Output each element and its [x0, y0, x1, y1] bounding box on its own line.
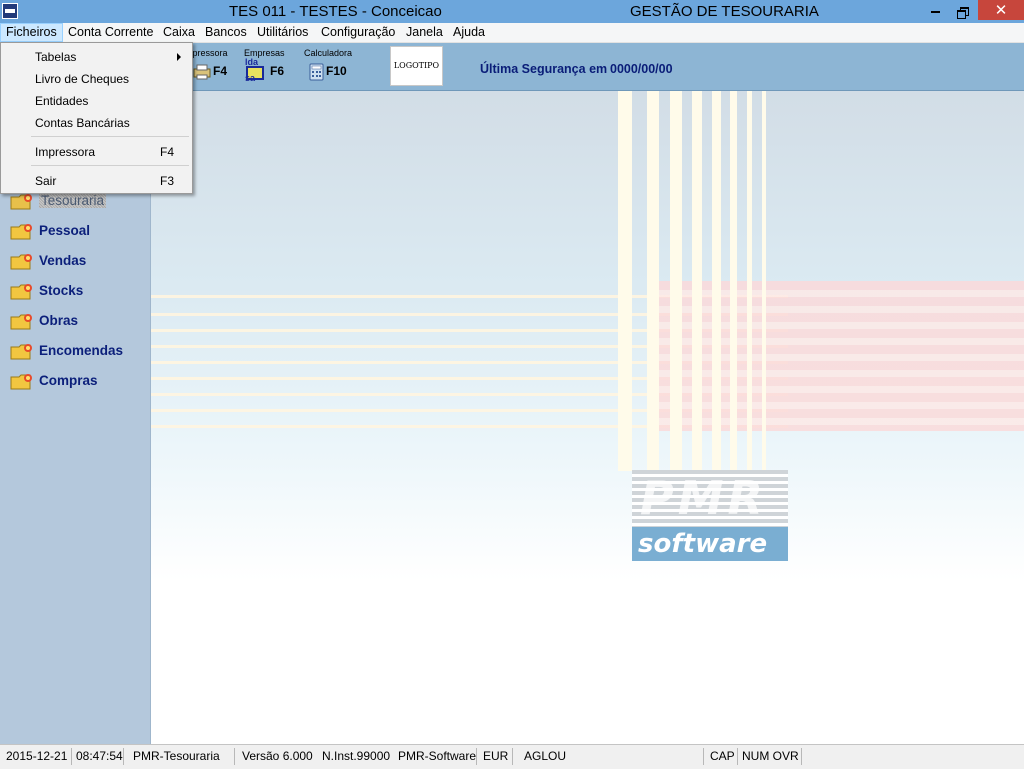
folder-icon [10, 194, 32, 210]
folder-icon [10, 224, 32, 240]
sidebar-item-label: Tesouraria [39, 193, 107, 208]
submenu-arrow-icon [177, 53, 181, 61]
printer-shortcut: F4 [213, 64, 228, 78]
sidebar-item-encomendas[interactable]: Encomendas [10, 339, 150, 365]
menu-configuracao[interactable]: Configuração [316, 23, 400, 42]
folder-icon [10, 254, 32, 270]
menu-bar: Ficheiros Conta Corrente Caixa Bancos Ut… [0, 23, 1024, 43]
software-text: software [638, 529, 768, 559]
status-user: AGLOU [520, 748, 704, 765]
sidebar-item-label: Compras [39, 373, 98, 388]
companies-shortcut: F6 [270, 64, 285, 78]
background-pink-block [648, 281, 1024, 431]
menu-item-contas-bancarias[interactable]: Contas Bancárias [2, 112, 191, 134]
ficheiros-dropdown-menu: Tabelas Livro de Cheques Entidades Conta… [0, 42, 193, 194]
sidebar-item-stocks[interactable]: Stocks [10, 279, 150, 305]
folder-icon [10, 344, 32, 360]
status-installation: N.Inst.99000 [322, 749, 391, 763]
status-bar: 2015-12-21 08:47:54 PMR-Tesouraria Versã… [0, 744, 1024, 769]
folder-icon [10, 284, 32, 300]
menu-item-label: Contas Bancárias [35, 116, 130, 130]
menu-ficheiros[interactable]: Ficheiros [0, 23, 63, 42]
minimize-button[interactable] [918, 0, 952, 22]
menu-separator [31, 136, 189, 137]
last-backup-label: Última Segurança em [480, 62, 608, 76]
menu-janela[interactable]: Janela [401, 23, 448, 42]
background-stripe [712, 91, 721, 471]
background-stripe [618, 91, 632, 471]
status-company: PMR-Software [394, 748, 477, 765]
status-date: 2015-12-21 [2, 748, 72, 765]
background-stripe [747, 91, 752, 471]
menu-item-label: Tabelas [35, 50, 77, 64]
folder-icon [10, 374, 32, 390]
menu-item-label: Livro de Cheques [35, 72, 130, 86]
calculator-caption: Calculadora [304, 48, 353, 58]
restore-icon-back [957, 10, 966, 19]
window-title: TES 011 - TESTES - Conceicao [229, 3, 442, 20]
background-stripe [730, 91, 737, 471]
background-stripe [692, 91, 702, 471]
sidebar-item-label: Encomendas [39, 343, 124, 358]
menu-separator [31, 165, 189, 166]
menu-caixa[interactable]: Caixa [158, 23, 200, 42]
menu-item-impressora[interactable]: Impressora F4 [2, 141, 191, 163]
logo-placeholder: LOGOTIPO [390, 46, 443, 86]
calculator-button[interactable]: Calculadora F10 [304, 47, 364, 85]
workspace-background: PMR software [151, 91, 1024, 744]
menu-item-label: Sair [35, 174, 57, 188]
app-title: GESTÃO DE TESOURARIA [630, 3, 819, 20]
background-stripe [670, 91, 682, 471]
menu-utilitarios[interactable]: Utilitários [252, 23, 313, 42]
close-button[interactable]: ✕ [978, 0, 1024, 20]
menu-item-label: Impressora [35, 145, 96, 159]
menu-bancos[interactable]: Bancos [200, 23, 252, 42]
sidebar-item-obras[interactable]: Obras [10, 309, 150, 335]
menu-item-label: Entidades [35, 94, 89, 108]
sidebar-item-label: Pessoal [39, 223, 91, 238]
status-version: Versão 6.000 [242, 749, 313, 763]
companies-icon: lda sa [244, 57, 266, 83]
companies-icon-text-bottom: sa [245, 73, 256, 83]
title-bar: TES 011 - TESTES - Conceicao GESTÃO DE T… [0, 0, 1024, 23]
companies-button[interactable]: Empresas lda sa F6 [244, 47, 294, 85]
menu-conta-corrente[interactable]: Conta Corrente [63, 23, 158, 42]
pmr-software-logo: PMR software [632, 470, 788, 562]
status-num-ovr: NUM OVR [738, 748, 802, 765]
last-backup-value: 0000/00/00 [610, 62, 673, 76]
sidebar-item-label: Obras [39, 313, 79, 328]
calculator-icon [309, 63, 324, 81]
status-currency: EUR [479, 748, 513, 765]
sidebar-item-pessoal[interactable]: Pessoal [10, 219, 150, 245]
sidebar-item-label: Stocks [39, 283, 84, 298]
app-icon[interactable] [2, 3, 18, 19]
background-stripe [647, 91, 659, 471]
printer-icon [193, 64, 211, 80]
menu-ajuda[interactable]: Ajuda [448, 23, 490, 42]
status-time: 08:47:54 [72, 748, 124, 765]
status-module: PMR-Tesouraria [129, 748, 235, 765]
sidebar-item-compras[interactable]: Compras [10, 369, 150, 395]
menu-item-shortcut: F4 [160, 145, 175, 159]
pmr-logo-text: PMR [640, 471, 767, 525]
restore-button[interactable] [948, 0, 978, 22]
menu-item-shortcut: F3 [160, 174, 175, 188]
menu-item-entidades[interactable]: Entidades [2, 90, 191, 112]
calculator-shortcut: F10 [326, 64, 347, 78]
sidebar-item-label: Vendas [39, 253, 87, 268]
menu-item-tabelas[interactable]: Tabelas [2, 46, 191, 68]
menu-item-sair[interactable]: Sair F3 [2, 170, 191, 192]
sidebar-item-vendas[interactable]: Vendas [10, 249, 150, 275]
menu-item-livro-de-cheques[interactable]: Livro de Cheques [2, 68, 191, 90]
status-caps: CAP [706, 748, 738, 765]
folder-icon [10, 314, 32, 330]
background-stripe [762, 91, 766, 471]
